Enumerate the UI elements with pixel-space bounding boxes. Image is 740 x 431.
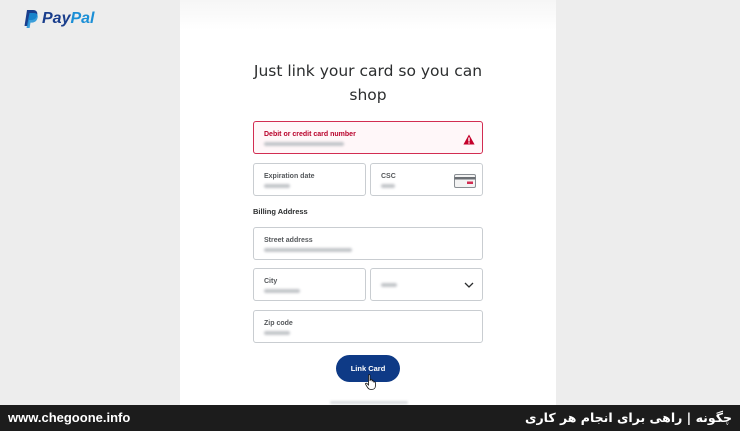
warning-icon — [463, 134, 475, 145]
wordmark-pay: Pay — [42, 10, 71, 27]
expiration-date-field[interactable]: Expiration date — [253, 163, 366, 196]
page-title-line2: shop — [349, 86, 387, 104]
zip-code-label: Zip code — [264, 320, 293, 327]
expiration-date-label: Expiration date — [264, 173, 315, 180]
csc-label: CSC — [381, 173, 396, 180]
obscured-link — [330, 401, 408, 404]
billing-address-heading: Billing Address — [253, 207, 308, 216]
city-field[interactable]: City — [253, 268, 366, 301]
footer-site-url[interactable]: www.chegoone.info — [8, 410, 130, 425]
paypal-logo: PayPal — [24, 10, 94, 28]
card-number-value — [264, 142, 344, 146]
state-value — [381, 283, 397, 287]
csc-value — [381, 184, 395, 188]
footer-bar: www.chegoone.info چگونه | راهی برای انجا… — [0, 405, 740, 431]
paypal-wordmark: PayPal — [42, 10, 94, 28]
zip-code-field[interactable]: Zip code — [253, 310, 483, 343]
city-value — [264, 289, 300, 293]
state-select[interactable] — [370, 268, 483, 301]
card-number-field[interactable]: Debit or credit card number — [253, 121, 483, 154]
street-address-field[interactable]: Street address — [253, 227, 483, 260]
expiration-date-value — [264, 184, 290, 188]
city-label: City — [264, 278, 278, 285]
street-address-value — [264, 248, 352, 252]
card-back-icon — [454, 174, 476, 188]
chevron-down-icon — [464, 282, 474, 288]
link-card-panel: Just link your card so you can shop — [180, 0, 556, 405]
street-address-label: Street address — [264, 237, 313, 244]
footer-tagline: چگونه | راهی برای انجام هر کاری — [525, 410, 732, 425]
page-title: Just link your card so you can shop — [180, 59, 556, 107]
page-title-line1: Just link your card so you can — [253, 62, 483, 80]
card-number-label: Debit or credit card number — [264, 131, 356, 138]
paypal-p-icon — [24, 10, 38, 28]
wordmark-pal: Pal — [70, 10, 95, 27]
hand-cursor-icon — [365, 374, 376, 390]
csc-field[interactable]: CSC — [370, 163, 483, 196]
zip-code-value — [264, 331, 290, 335]
